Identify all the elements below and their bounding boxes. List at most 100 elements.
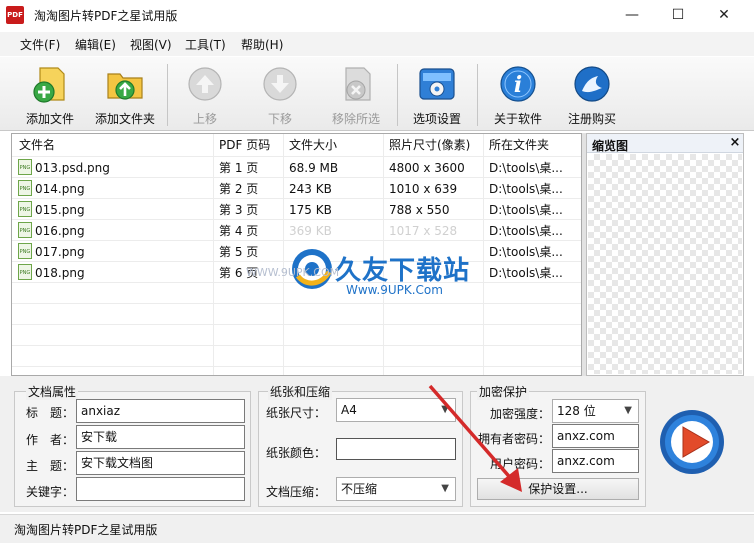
folder-path: D:\tools\桌...: [489, 161, 563, 175]
folder-path: D:\tools\桌...: [489, 203, 563, 217]
author-label: 作 者：: [26, 433, 75, 447]
file-name[interactable]: 013.psd.png: [35, 158, 110, 178]
menu-edit[interactable]: 编辑(E): [75, 36, 116, 53]
pdf-page: 第 5 页: [219, 245, 259, 259]
add-folder-icon: [107, 73, 143, 100]
photo-dimensions: 4800 x 3600: [389, 161, 465, 175]
menu-view[interactable]: 视图(V): [130, 36, 172, 53]
paper-color-label: 纸张颜色：: [266, 446, 327, 460]
folder-path: D:\tools\桌...: [489, 266, 563, 280]
about-button[interactable]: i 关于软件: [486, 60, 550, 130]
thumbnail-canvas: [588, 154, 742, 374]
remove-selected-button[interactable]: 移除所选: [322, 60, 390, 130]
move-down-button[interactable]: 下移: [250, 60, 310, 130]
arrow-up-icon: [188, 67, 222, 101]
author-input[interactable]: 安下载: [76, 425, 245, 449]
app-pdf-icon: PDF: [6, 6, 24, 24]
settings-icon: [419, 68, 455, 100]
pdf-page: 第 1 页: [219, 161, 259, 175]
folder-path: D:\tools\桌...: [489, 245, 563, 259]
pdf-page: 第 3 页: [219, 203, 259, 217]
menu-help[interactable]: 帮助(H): [241, 36, 283, 53]
column-header-file-size[interactable]: 文件大小: [289, 135, 337, 156]
paper-size-label: 纸张尺寸：: [266, 406, 327, 420]
file-size: 175 KB: [289, 203, 332, 217]
menu-tools[interactable]: 工具(T): [185, 36, 226, 53]
photo-dimensions: 1017 x 528: [389, 224, 458, 238]
svg-text:i: i: [514, 72, 522, 98]
file-name[interactable]: 016.png: [35, 221, 85, 241]
png-file-icon: PNG: [18, 159, 32, 175]
info-icon: i: [500, 66, 536, 102]
keywords-label: 关键字：: [26, 485, 75, 499]
add-folder-button[interactable]: 添加文件夹: [88, 60, 162, 130]
doc-properties-title: 文档属性: [26, 383, 79, 400]
file-size: 243 KB: [289, 182, 332, 196]
row-divider: [12, 345, 581, 346]
title-input[interactable]: anxiaz: [76, 399, 245, 423]
watermark-text: 久友下载站: [335, 256, 471, 286]
arrow-down-icon: [263, 67, 297, 101]
close-button[interactable]: ✕: [701, 0, 747, 30]
subject-input[interactable]: 安下载文档图: [76, 451, 245, 475]
column-header-pdf-page[interactable]: PDF 页码: [219, 135, 270, 156]
file-name[interactable]: 014.png: [35, 179, 85, 199]
row-divider: [12, 303, 581, 304]
move-up-button[interactable]: 上移: [175, 60, 235, 130]
watermark-url: Www.9UPK.Com: [346, 283, 443, 297]
add-file-icon: [33, 67, 65, 103]
options-button[interactable]: 选项设置: [405, 60, 469, 130]
file-size: 369 KB: [289, 224, 332, 238]
file-size: 68.9 MB: [289, 161, 339, 175]
menu-file[interactable]: 文件(F): [20, 36, 60, 53]
png-file-icon: PNG: [18, 180, 32, 196]
encryption-strength-select[interactable]: 128 位 ▼: [552, 399, 639, 423]
convert-play-button[interactable]: [657, 407, 727, 477]
png-file-icon: PNG: [18, 243, 32, 259]
compression-value: 不压缩: [341, 482, 378, 496]
thumbnail-title: 缩览图: [592, 139, 629, 153]
column-divider: [283, 134, 284, 375]
row-divider: [12, 366, 581, 367]
png-file-icon: PNG: [18, 264, 32, 280]
file-name[interactable]: 018.png: [35, 263, 85, 283]
status-text: 淘淘图片转PDF之星试用版: [14, 523, 158, 537]
png-file-icon: PNG: [18, 201, 32, 217]
folder-path: D:\tools\桌...: [489, 224, 563, 238]
title-label: 标 题：: [26, 406, 75, 420]
paper-compression-title: 纸张和压缩: [268, 383, 333, 400]
row-divider: [12, 156, 581, 157]
column-header-filename[interactable]: 文件名: [19, 135, 55, 156]
minimize-button[interactable]: —: [609, 0, 655, 30]
keywords-input[interactable]: [76, 477, 245, 501]
compression-label: 文档压缩：: [266, 485, 327, 499]
toolbar-separator: [397, 64, 398, 126]
photo-dimensions: 788 x 550: [389, 203, 450, 217]
column-header-dimensions[interactable]: 照片尺寸(像素): [389, 135, 470, 156]
column-header-folder[interactable]: 所在文件夹: [489, 135, 549, 156]
file-name[interactable]: 017.png: [35, 242, 85, 262]
watermark-small-text: WWW.9UPK.COM: [246, 266, 340, 279]
owner-password-input[interactable]: anxz.com: [552, 424, 639, 448]
pdf-page: 第 2 页: [219, 182, 259, 196]
folder-path: D:\tools\桌...: [489, 182, 563, 196]
window-title: 淘淘图片转PDF之星试用版: [34, 9, 178, 23]
column-divider: [483, 134, 484, 375]
register-button[interactable]: 注册购买: [560, 60, 624, 130]
toolbar-separator: [167, 64, 168, 126]
add-file-button[interactable]: 添加文件: [16, 60, 84, 130]
row-divider: [12, 324, 581, 325]
paper-size-value: A4: [341, 403, 357, 417]
pdf-page: 第 4 页: [219, 224, 259, 238]
thumbnail-close-icon[interactable]: ×: [727, 134, 743, 152]
remove-icon: [345, 67, 371, 101]
maximize-button[interactable]: ☐: [655, 0, 701, 30]
encryption-strength-value: 128 位: [557, 404, 596, 418]
subject-label: 主 题：: [26, 459, 75, 473]
column-divider: [213, 134, 214, 375]
user-password-input[interactable]: anxz.com: [552, 449, 639, 473]
png-file-icon: PNG: [18, 222, 32, 238]
register-icon: [574, 66, 610, 102]
file-name[interactable]: 015.png: [35, 200, 85, 220]
chevron-down-icon: ▼: [624, 405, 632, 416]
